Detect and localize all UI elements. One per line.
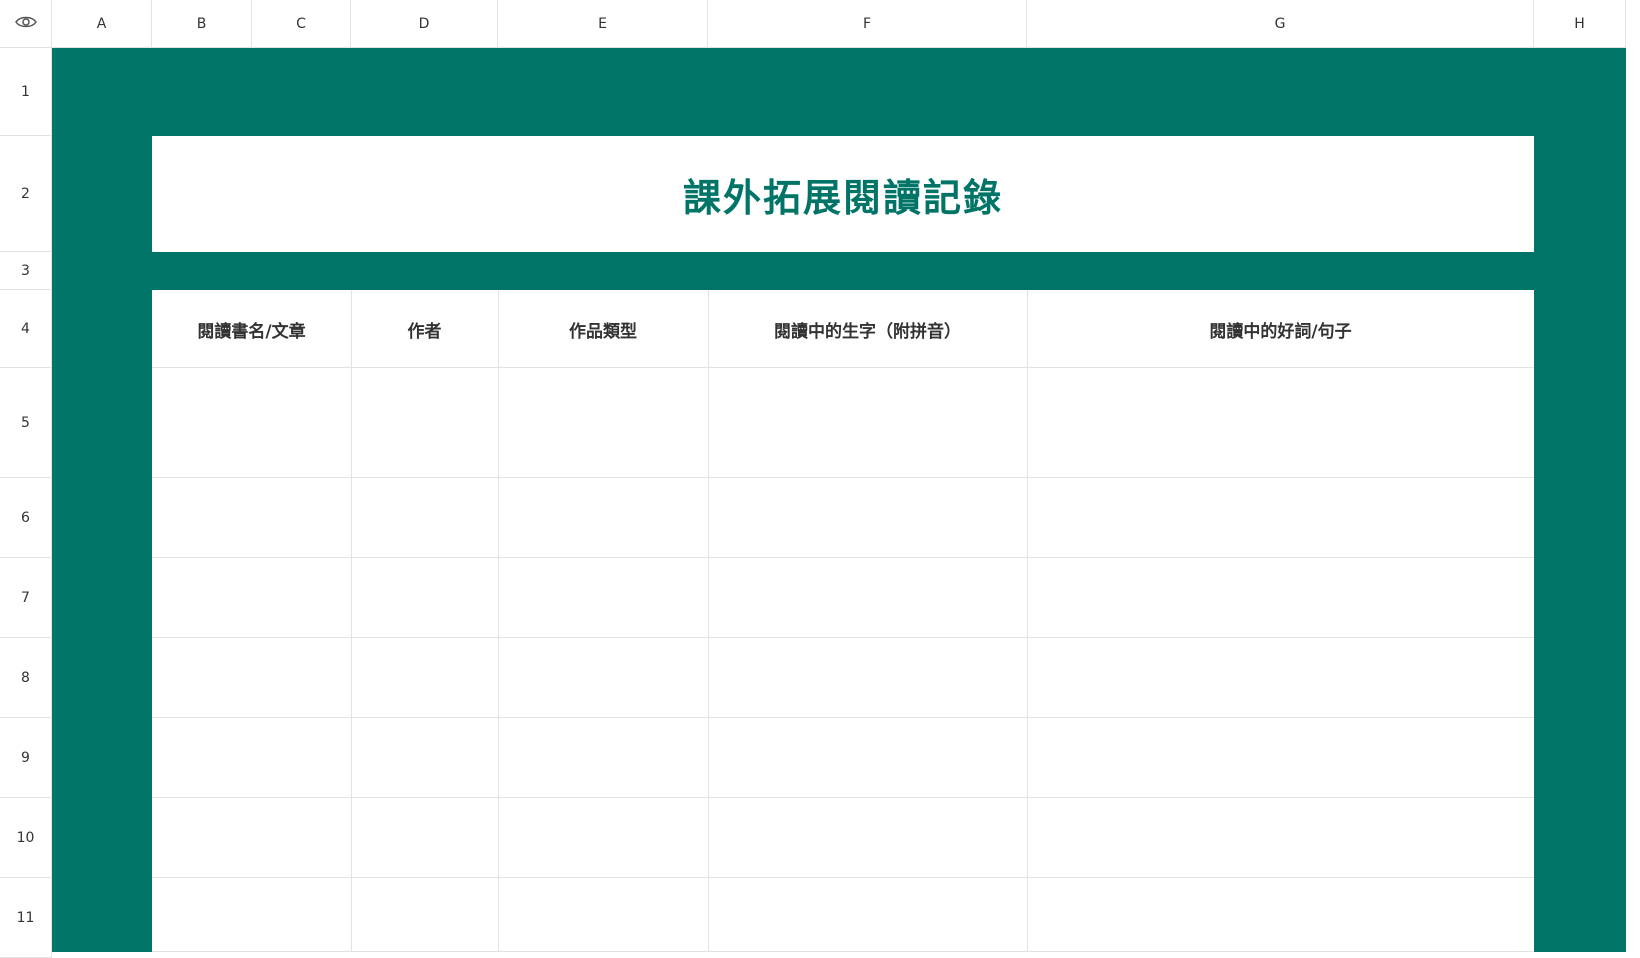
row-header-1[interactable]: 1	[0, 48, 52, 136]
column-header-e[interactable]: E	[498, 0, 708, 48]
column-a-fill[interactable]	[52, 48, 152, 952]
grid-line	[708, 290, 709, 952]
row-header-7[interactable]: 7	[0, 558, 52, 638]
column-header-c[interactable]: C	[252, 0, 351, 48]
header-author[interactable]: 作者	[351, 290, 498, 368]
grid-line	[1027, 290, 1028, 952]
column-header-a[interactable]: A	[52, 0, 152, 48]
header-book-title[interactable]: 閱讀書名/文章	[152, 290, 351, 368]
row-header-6[interactable]: 6	[0, 478, 52, 558]
row-header-2[interactable]: 2	[0, 136, 52, 252]
row-header-5[interactable]: 5	[0, 368, 52, 478]
column-header-b[interactable]: B	[152, 0, 252, 48]
spreadsheet: A B C D E F G H 1 2 3 4 5 6 7 8 9 10 11 …	[0, 0, 1640, 958]
sheet-title[interactable]: 課外拓展閱讀記錄	[152, 136, 1534, 252]
column-header-f[interactable]: F	[708, 0, 1027, 48]
grid-line	[152, 477, 1534, 478]
grid-line	[152, 717, 1534, 718]
row-1-fill[interactable]	[152, 48, 1534, 136]
column-h-fill[interactable]	[1534, 48, 1626, 952]
header-good-phrases[interactable]: 閱讀中的好詞/句子	[1027, 290, 1534, 368]
grid-line	[498, 290, 499, 952]
row-header-8[interactable]: 8	[0, 638, 52, 718]
column-header-h[interactable]: H	[1534, 0, 1626, 48]
select-all-corner[interactable]	[0, 0, 52, 48]
row-header-4[interactable]: 4	[0, 290, 52, 368]
row-header-11[interactable]: 11	[0, 878, 52, 958]
row-3-fill[interactable]	[152, 252, 1534, 290]
header-genre[interactable]: 作品類型	[498, 290, 708, 368]
column-header-d[interactable]: D	[351, 0, 498, 48]
grid-line	[351, 290, 352, 952]
grid-line	[152, 797, 1534, 798]
eye-icon[interactable]	[14, 14, 37, 33]
row-header-10[interactable]: 10	[0, 798, 52, 878]
header-new-words[interactable]: 閱讀中的生字（附拼音）	[708, 290, 1027, 368]
grid-line	[152, 877, 1534, 878]
grid-line	[152, 557, 1534, 558]
column-header-g[interactable]: G	[1027, 0, 1534, 48]
grid-line	[152, 637, 1534, 638]
row-header-3[interactable]: 3	[0, 252, 52, 290]
row-header-9[interactable]: 9	[0, 718, 52, 798]
